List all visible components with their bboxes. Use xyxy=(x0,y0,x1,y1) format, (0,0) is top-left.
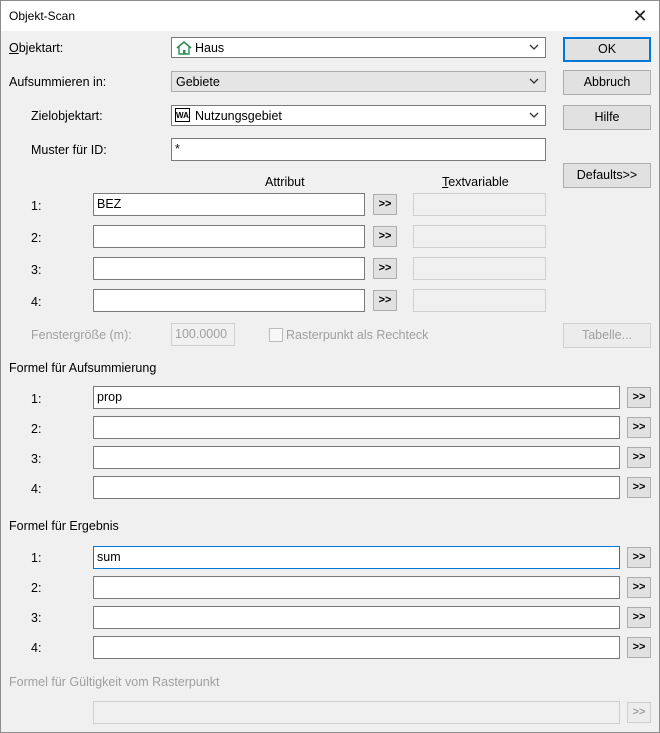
title-bar: Objekt-Scan ✕ xyxy=(1,1,659,31)
textvariable-field xyxy=(413,257,546,280)
hilfe-button[interactable]: Hilfe xyxy=(563,105,651,130)
textvariable-field xyxy=(413,289,546,312)
objektart-label-text: bjektart: xyxy=(18,41,64,55)
tabelle-button[interactable]: Tabelle... xyxy=(563,323,651,348)
formel-aufsummierung-header: Formel für Aufsummierung xyxy=(9,361,157,375)
textvariable-field xyxy=(413,225,546,248)
aufsummieren-label: Aufsummieren in: xyxy=(9,75,107,89)
aufsummierung-row-label: 3: xyxy=(31,452,42,466)
ergebnis-formula-input[interactable] xyxy=(93,636,620,659)
objektart-label: Objektart: xyxy=(9,41,64,55)
ergebnis-more-button[interactable]: >> xyxy=(627,607,651,628)
attribut-row-label: 2: xyxy=(31,231,42,245)
ergebnis-formula-input[interactable] xyxy=(93,606,620,629)
aufsummierung-row-label: 4: xyxy=(31,482,42,496)
muster-label: Muster für ID: xyxy=(31,143,107,157)
textvariable-field xyxy=(413,193,546,216)
attribut-input[interactable]: BEZ xyxy=(93,193,365,216)
defaults-button[interactable]: Defaults>> xyxy=(563,163,651,188)
window-title: Objekt-Scan xyxy=(9,9,76,23)
chevron-down-icon xyxy=(529,44,539,50)
gueltigkeit-more-button[interactable]: >> xyxy=(627,702,651,723)
muster-input[interactable]: * xyxy=(171,138,546,161)
textvariable-header-text: extvariable xyxy=(448,175,509,189)
ergebnis-more-button[interactable]: >> xyxy=(627,577,651,598)
aufsummierung-formula-input[interactable] xyxy=(93,476,620,499)
zielobjektart-combo[interactable]: WA Nutzungsgebiet xyxy=(171,105,546,126)
formel-ergebnis-header: Formel für Ergebnis xyxy=(9,519,119,533)
aufsummierung-row-label: 1: xyxy=(31,392,42,406)
attribut-more-button[interactable]: >> xyxy=(373,226,397,247)
ergebnis-formula-input[interactable]: sum xyxy=(93,546,620,569)
gueltigkeit-formula-input[interactable] xyxy=(93,701,620,724)
attribut-row-label: 4: xyxy=(31,295,42,309)
textvariable-header: Textvariable xyxy=(442,175,509,189)
attribut-more-button[interactable]: >> xyxy=(373,258,397,279)
rasterpunkt-label: Rasterpunkt als Rechteck xyxy=(286,328,429,342)
abbruch-button[interactable]: Abbruch xyxy=(563,70,651,95)
attribut-row-label: 3: xyxy=(31,263,42,277)
aufsummierung-formula-input[interactable] xyxy=(93,416,620,439)
ergebnis-row-label: 3: xyxy=(31,611,42,625)
house-icon xyxy=(176,40,192,55)
close-icon[interactable]: ✕ xyxy=(625,3,655,29)
attribut-input[interactable] xyxy=(93,225,365,248)
aufsummierung-formula-input[interactable] xyxy=(93,446,620,469)
formel-gueltigkeit-header: Formel für Gültigkeit vom Rasterpunkt xyxy=(9,675,220,689)
ergebnis-formula-input[interactable] xyxy=(93,576,620,599)
nutzungsgebiet-icon: WA xyxy=(175,108,190,122)
aufsummierung-more-button[interactable]: >> xyxy=(627,417,651,438)
chevron-down-icon xyxy=(529,78,539,84)
aufsummierung-row-label: 2: xyxy=(31,422,42,436)
attribut-input[interactable] xyxy=(93,289,365,312)
fenstergroesse-label: Fenstergröße (m): xyxy=(31,328,132,342)
aufsummierung-formula-input[interactable]: prop xyxy=(93,386,620,409)
zielobjektart-label: Zielobjektart: xyxy=(31,109,103,123)
ergebnis-row-label: 4: xyxy=(31,641,42,655)
aufsummierung-more-button[interactable]: >> xyxy=(627,477,651,498)
chevron-down-icon xyxy=(529,112,539,118)
ok-button[interactable]: OK xyxy=(563,37,651,62)
aufsummieren-combo[interactable]: Gebiete xyxy=(171,71,546,92)
ergebnis-more-button[interactable]: >> xyxy=(627,637,651,658)
attribut-row-label: 1: xyxy=(31,199,42,213)
attribut-more-button[interactable]: >> xyxy=(373,194,397,215)
aufsummieren-value: Gebiete xyxy=(176,75,220,89)
objektart-value: Haus xyxy=(195,41,225,55)
ergebnis-row-label: 1: xyxy=(31,551,42,565)
ergebnis-more-button[interactable]: >> xyxy=(627,547,651,568)
ergebnis-row-label: 2: xyxy=(31,581,42,595)
aufsummierung-more-button[interactable]: >> xyxy=(627,387,651,408)
aufsummierung-more-button[interactable]: >> xyxy=(627,447,651,468)
attribut-header: Attribut xyxy=(265,175,305,189)
fenstergroesse-input[interactable]: 100.0000 xyxy=(171,323,235,346)
zielobjektart-value: Nutzungsgebiet xyxy=(195,109,282,123)
objekt-scan-dialog: Objekt-Scan ✕ Objektart: Haus Aufsummier… xyxy=(0,0,660,733)
rasterpunkt-checkbox[interactable] xyxy=(269,328,283,342)
attribut-more-button[interactable]: >> xyxy=(373,290,397,311)
attribut-input[interactable] xyxy=(93,257,365,280)
objektart-combo[interactable]: Haus xyxy=(171,37,546,58)
